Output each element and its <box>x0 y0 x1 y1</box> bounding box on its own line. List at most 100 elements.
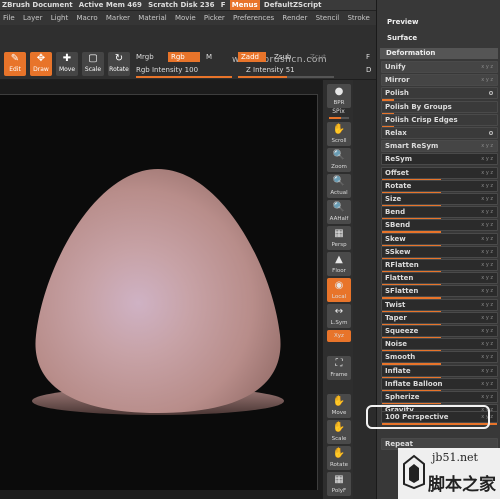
canvas-viewport[interactable] <box>0 94 318 490</box>
deform-bend-xyz-icon[interactable]: x y z <box>481 207 493 217</box>
deform-smart-resym-xyz-icon[interactable]: x y z <box>481 141 493 151</box>
deform-rflatten-xyz-icon[interactable]: x y z <box>481 260 493 270</box>
deform-skew[interactable]: Skew x y z <box>381 232 498 247</box>
deform-smooth[interactable]: Smooth x y z <box>381 351 498 366</box>
deform-squeeze[interactable]: Squeeze x y z <box>381 325 498 339</box>
menu-file[interactable]: File <box>0 11 18 25</box>
zadd-button[interactable]: Zadd <box>238 52 266 62</box>
deform-polish-crisp-edges[interactable]: Polish Crisp Edges <box>381 113 498 128</box>
move-button[interactable]: ✚ Move <box>56 52 78 76</box>
menu-macro[interactable]: Macro <box>73 11 100 25</box>
bpr-button[interactable]: ● BPR <box>327 84 351 108</box>
deform-offset[interactable]: Offset x y z <box>381 166 498 181</box>
deform-mirror-xyz-icon[interactable]: x y z <box>481 75 493 85</box>
zoom-button[interactable]: 🔍 Zoom <box>327 148 351 172</box>
menu-light[interactable]: Light <box>48 11 71 25</box>
deform-polish[interactable]: Polish <box>381 87 498 102</box>
deform-rotate[interactable]: Rotate x y z <box>381 179 498 194</box>
z-intensity-slider[interactable]: Z Intensity 51 <box>246 65 295 75</box>
persp-button[interactable]: ▦ Persp <box>327 226 351 250</box>
deform-mirror[interactable]: Mirror x y z <box>381 74 498 87</box>
deform-rflatten[interactable]: RFlatten x y z <box>381 259 498 273</box>
menus-button[interactable]: Menus <box>229 0 260 10</box>
deform-smart-resym[interactable]: Smart ReSym x y z <box>381 140 498 153</box>
view-scale-button[interactable]: ✋ Scale <box>327 420 351 444</box>
local-button[interactable]: ◉ Local <box>327 278 351 302</box>
menu-stencil[interactable]: Stencil <box>313 11 343 25</box>
menu-material[interactable]: Material <box>135 11 169 25</box>
deform-polish-toggle-icon[interactable] <box>489 91 493 96</box>
preview-link[interactable]: Preview <box>387 18 419 26</box>
deform-resym-xyz-icon[interactable]: x y z <box>481 154 493 164</box>
menu-stroke[interactable]: Stroke <box>344 11 372 25</box>
deform-inflate-xyz-icon[interactable]: x y z <box>481 366 493 376</box>
deform-sbend[interactable]: SBend x y z <box>381 219 498 234</box>
deform-sskew-xyz-icon[interactable]: x y z <box>481 247 493 257</box>
draw-button[interactable]: ✥ Draw <box>30 52 52 76</box>
deform-noise-xyz-icon[interactable]: x y z <box>481 339 493 349</box>
polyf-button[interactable]: ▦ PolyF <box>327 472 351 496</box>
deform-twist-xyz-icon[interactable]: x y z <box>481 300 493 310</box>
floor-button[interactable]: ▲ Floor <box>327 252 351 276</box>
aahalf-button[interactable]: 🔍 AAHalf <box>327 200 351 224</box>
xyz-button[interactable]: Xyz <box>327 330 351 342</box>
deform-flatten[interactable]: Flatten x y z <box>381 272 498 287</box>
deform-size-xyz-icon[interactable]: x y z <box>481 194 493 204</box>
deform-sbend-xyz-icon[interactable]: x y z <box>481 220 493 230</box>
z-intensity-track[interactable] <box>238 76 334 78</box>
view-move-button[interactable]: ✋ Move <box>327 394 351 418</box>
surface-link[interactable]: Surface <box>387 34 417 42</box>
rgb-intensity-track[interactable] <box>136 76 232 78</box>
deform-sflatten[interactable]: SFlatten x y z <box>381 285 498 300</box>
deform-relax[interactable]: Relax <box>381 127 498 139</box>
view-rotate-button[interactable]: ✋ Rotate <box>327 446 351 470</box>
zsub-button[interactable]: Zsub <box>274 52 291 62</box>
deform-sskew[interactable]: SSkew x y z <box>381 245 498 260</box>
rgb-button[interactable]: Rgb <box>168 52 200 62</box>
menu-render[interactable]: Render <box>279 11 310 25</box>
deformation-header[interactable]: Deformation <box>380 48 498 59</box>
deform-flatten-xyz-icon[interactable]: x y z <box>481 273 493 283</box>
deform-spherize[interactable]: Spherize x y z <box>381 391 498 405</box>
deform-unify[interactable]: Unify x y z <box>381 61 498 73</box>
rgb-intensity-slider[interactable]: Rgb Intensity 100 <box>136 65 198 75</box>
deform-squeeze-xyz-icon[interactable]: x y z <box>481 326 493 336</box>
scroll-button[interactable]: ✋ Scroll <box>327 122 351 146</box>
egg-mesh[interactable] <box>0 95 318 491</box>
deform-unify-xyz-icon[interactable]: x y z <box>481 62 493 72</box>
deform-noise[interactable]: Noise x y z <box>381 338 498 353</box>
default-zscript-button[interactable]: DefaultZScript <box>262 0 324 10</box>
deform-smooth-xyz-icon[interactable]: x y z <box>481 352 493 362</box>
deform-polish-by-groups[interactable]: Polish By Groups <box>381 100 498 115</box>
deform-relax-toggle-icon[interactable] <box>489 131 493 135</box>
deform-twist[interactable]: Twist x y z <box>381 298 498 313</box>
deform-inflate-balloon-xyz-icon[interactable]: x y z <box>481 379 493 389</box>
deform-sflatten-xyz-icon[interactable]: x y z <box>481 286 493 296</box>
deform-bend[interactable]: Bend x y z <box>381 206 498 221</box>
deform-taper-xyz-icon[interactable]: x y z <box>481 313 493 323</box>
menu-marker[interactable]: Marker <box>103 11 133 25</box>
deform-inflate[interactable]: Inflate x y z <box>381 364 498 379</box>
menu-preferences[interactable]: Preferences <box>230 11 277 25</box>
deform-offset-xyz-icon[interactable]: x y z <box>481 168 493 178</box>
deform-taper[interactable]: Taper x y z <box>381 311 498 326</box>
deform-rotate-xyz-icon[interactable]: x y z <box>481 181 493 191</box>
zcut-button[interactable]: Zcut <box>310 52 326 62</box>
rotate-button[interactable]: ↻ Rotate <box>108 52 130 76</box>
edit-button[interactable]: ✎ Edit <box>4 52 26 76</box>
frame-button[interactable]: ⛶ Frame <box>327 356 351 380</box>
m-button[interactable]: M <box>206 52 212 62</box>
deform-inflate-balloon[interactable]: Inflate Balloon x y z <box>381 377 498 392</box>
menu-movie[interactable]: Movie <box>172 11 199 25</box>
spix-slider[interactable] <box>329 117 349 119</box>
lsym-button[interactable]: ↔ L.Sym <box>327 304 351 328</box>
deform-skew-xyz-icon[interactable]: x y z <box>481 234 493 244</box>
scale-button[interactable]: ▢ Scale <box>82 52 104 76</box>
deform-size[interactable]: Size x y z <box>381 193 498 207</box>
mrgb-button[interactable]: Mrgb <box>136 52 154 62</box>
deform-resym[interactable]: ReSym x y z <box>381 153 498 166</box>
menu-layer[interactable]: Layer <box>20 11 46 25</box>
menu-picker[interactable]: Picker <box>201 11 228 25</box>
actual-button[interactable]: 🔍 Actual <box>327 174 351 198</box>
deform-spherize-xyz-icon[interactable]: x y z <box>481 392 493 402</box>
